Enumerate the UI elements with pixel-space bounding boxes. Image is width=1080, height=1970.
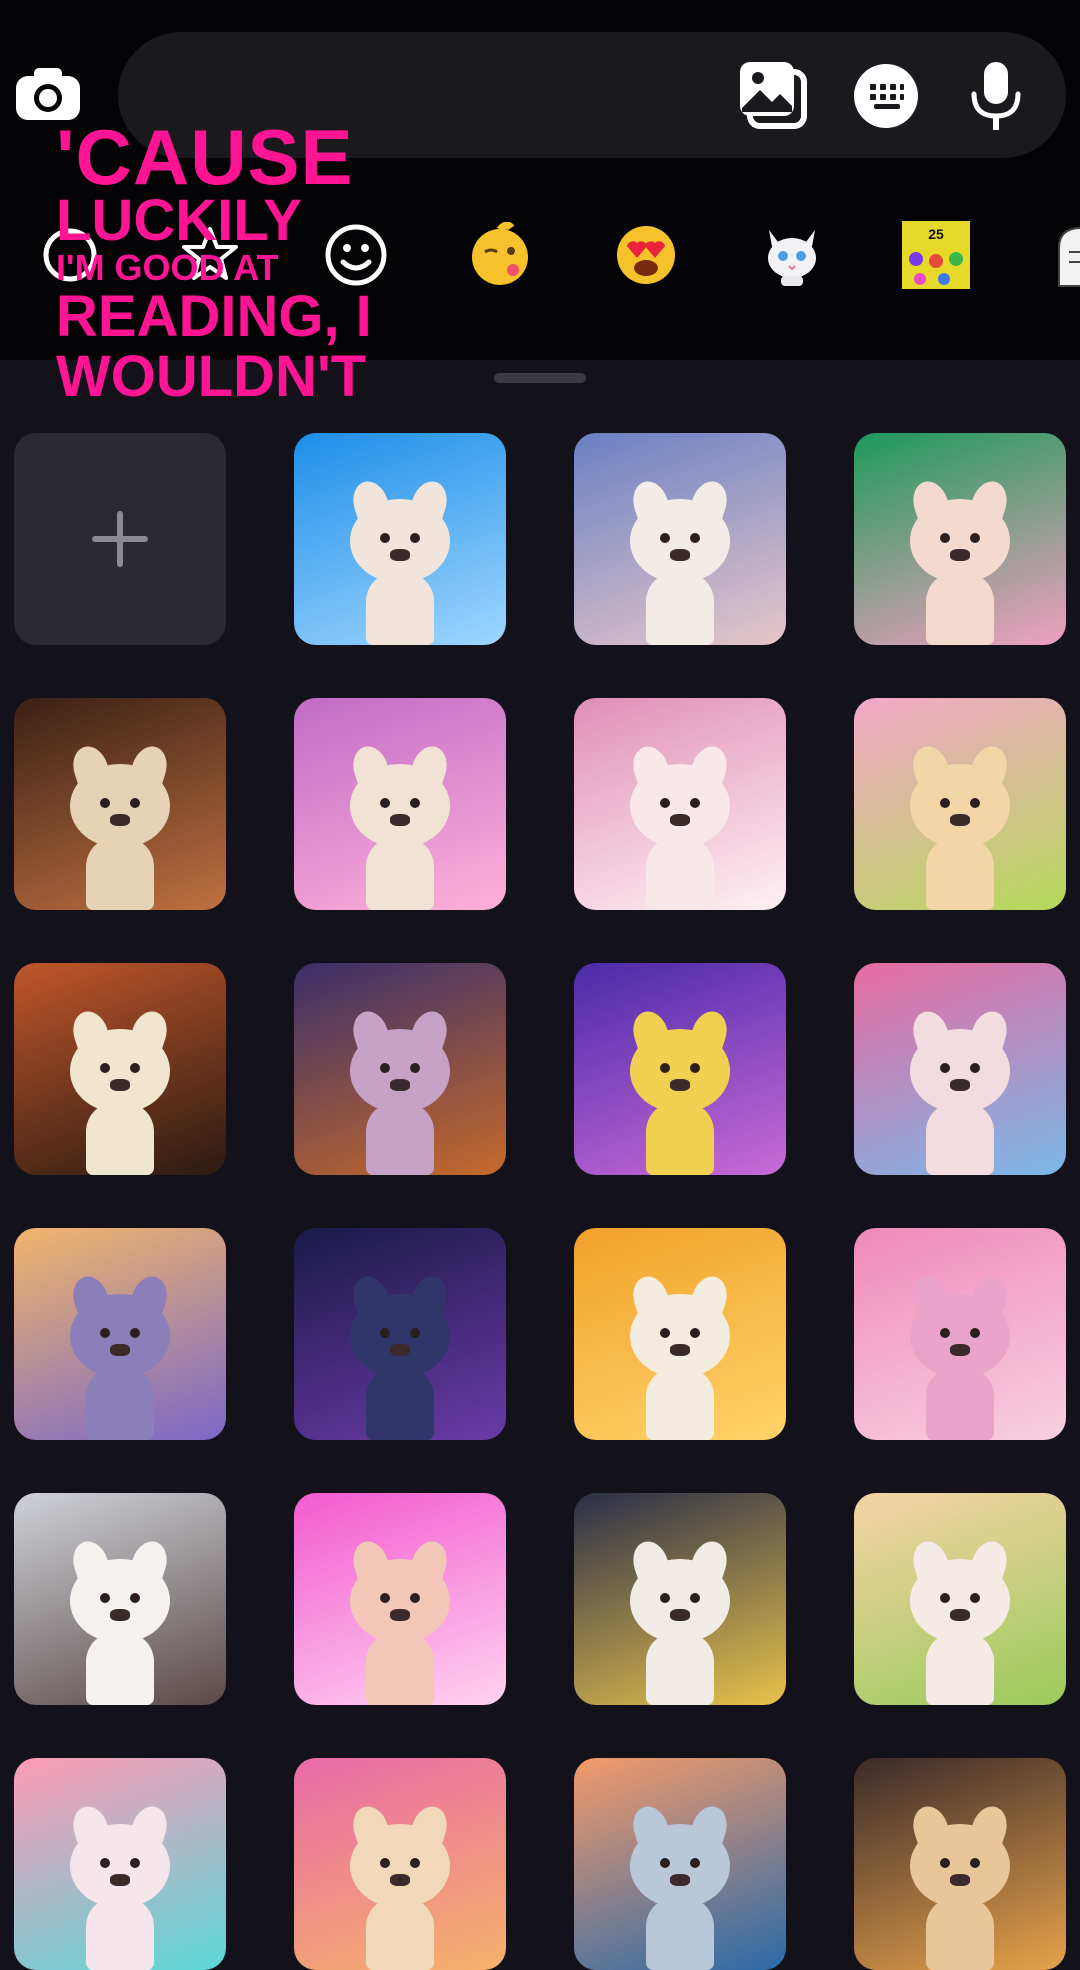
character-sticker-icon bbox=[1058, 227, 1080, 287]
sticker-ocean-sunset-bulldogs[interactable] bbox=[574, 1758, 786, 1970]
heart-eyes-emoji-icon bbox=[617, 226, 675, 284]
sticker-image bbox=[854, 1228, 1066, 1440]
cat-sticker-icon bbox=[768, 230, 816, 286]
tab-sticker-pack[interactable]: 25 bbox=[896, 215, 976, 295]
sticker-surfing-bulldog[interactable] bbox=[294, 433, 506, 645]
sticker-pack-icon: 25 bbox=[902, 221, 970, 289]
sheet-drag-handle[interactable] bbox=[494, 373, 586, 383]
sticker-image bbox=[574, 433, 786, 645]
sticker-image bbox=[574, 1758, 786, 1970]
sticker-image bbox=[854, 698, 1066, 910]
sticker-bouquet-bulldog[interactable] bbox=[854, 963, 1066, 1175]
photo-library-button[interactable] bbox=[734, 56, 814, 136]
sticker-candy-land-bulldog[interactable] bbox=[854, 698, 1066, 910]
tab-cat-sticker[interactable] bbox=[752, 215, 832, 295]
sticker-smiling-bulldog-closeup[interactable] bbox=[574, 698, 786, 910]
keyboard-button[interactable] bbox=[846, 56, 926, 136]
tab-heart-eyes-emoji[interactable] bbox=[606, 215, 686, 295]
photo-library-icon bbox=[740, 62, 807, 129]
sticker-image bbox=[14, 1493, 226, 1705]
keyboard-icon bbox=[854, 64, 918, 128]
sticker-image bbox=[574, 1493, 786, 1705]
sticker-image bbox=[294, 963, 506, 1175]
sticker-golden-sparkle-bulldog[interactable] bbox=[574, 1228, 786, 1440]
caption-line: READING, I bbox=[56, 284, 372, 349]
sticker-aurora-bulldog[interactable] bbox=[854, 433, 1066, 645]
sticker-image bbox=[294, 1758, 506, 1970]
microphone-button[interactable] bbox=[956, 56, 1036, 136]
sticker-image bbox=[14, 963, 226, 1175]
sticker-image bbox=[294, 1228, 506, 1440]
sticker-bunny-ears-bulldog[interactable] bbox=[854, 1493, 1066, 1705]
sticker-image bbox=[14, 1228, 226, 1440]
sticker-image bbox=[574, 698, 786, 910]
sticker-drummer-bulldog[interactable] bbox=[14, 963, 226, 1175]
sticker-bubble-bulldog[interactable] bbox=[854, 1228, 1066, 1440]
sticker-image bbox=[574, 1228, 786, 1440]
sticker-shopping-bulldog[interactable] bbox=[14, 1493, 226, 1705]
svg-text:25: 25 bbox=[928, 226, 944, 242]
sticker-party-crowd-bulldog[interactable] bbox=[574, 963, 786, 1175]
sticker-image bbox=[14, 1758, 226, 1970]
sticker-carnival-bulldog[interactable] bbox=[294, 1758, 506, 1970]
caption-line: 'CAUSE bbox=[56, 113, 354, 201]
caption-line: I'M GOOD AT bbox=[56, 247, 279, 288]
tab-character-sticker[interactable] bbox=[1040, 215, 1080, 295]
plus-icon bbox=[92, 511, 148, 567]
sticker-image bbox=[294, 698, 506, 910]
kissing-emoji-icon bbox=[472, 222, 528, 285]
sticker-rainbow-wave-bulldog[interactable] bbox=[294, 698, 506, 910]
sticker-image bbox=[294, 433, 506, 645]
microphone-icon bbox=[971, 62, 1021, 130]
sticker-candy-shore-bulldog[interactable] bbox=[14, 1758, 226, 1970]
add-sticker-button[interactable] bbox=[14, 433, 226, 645]
tab-kissing-emoji[interactable] bbox=[460, 215, 540, 295]
sticker-sunset-bulldog[interactable] bbox=[14, 1228, 226, 1440]
sticker-penguin-bulldogs[interactable] bbox=[574, 433, 786, 645]
sticker-image bbox=[14, 698, 226, 910]
sticker-chef-hat-bulldog[interactable] bbox=[854, 1758, 1066, 1970]
sticker-image bbox=[854, 1493, 1066, 1705]
caption-line: WOULDN'T bbox=[56, 344, 367, 409]
sticker-pink-disco-bulldog[interactable] bbox=[294, 1493, 506, 1705]
video-caption: 'CAUSE LUCKILY I'M GOOD AT READING, I WO… bbox=[56, 118, 372, 406]
sticker-chef-bulldog[interactable] bbox=[14, 698, 226, 910]
sticker-image bbox=[854, 433, 1066, 645]
sticker-image bbox=[294, 1493, 506, 1705]
sticker-image bbox=[854, 963, 1066, 1175]
sticker-sunflower-bulldog[interactable] bbox=[294, 963, 506, 1175]
sticker-suited-bulldog[interactable] bbox=[294, 1228, 506, 1440]
sticker-image bbox=[574, 963, 786, 1175]
sticker-banana-friends-bulldog[interactable] bbox=[574, 1493, 786, 1705]
sticker-image bbox=[854, 1758, 1066, 1970]
